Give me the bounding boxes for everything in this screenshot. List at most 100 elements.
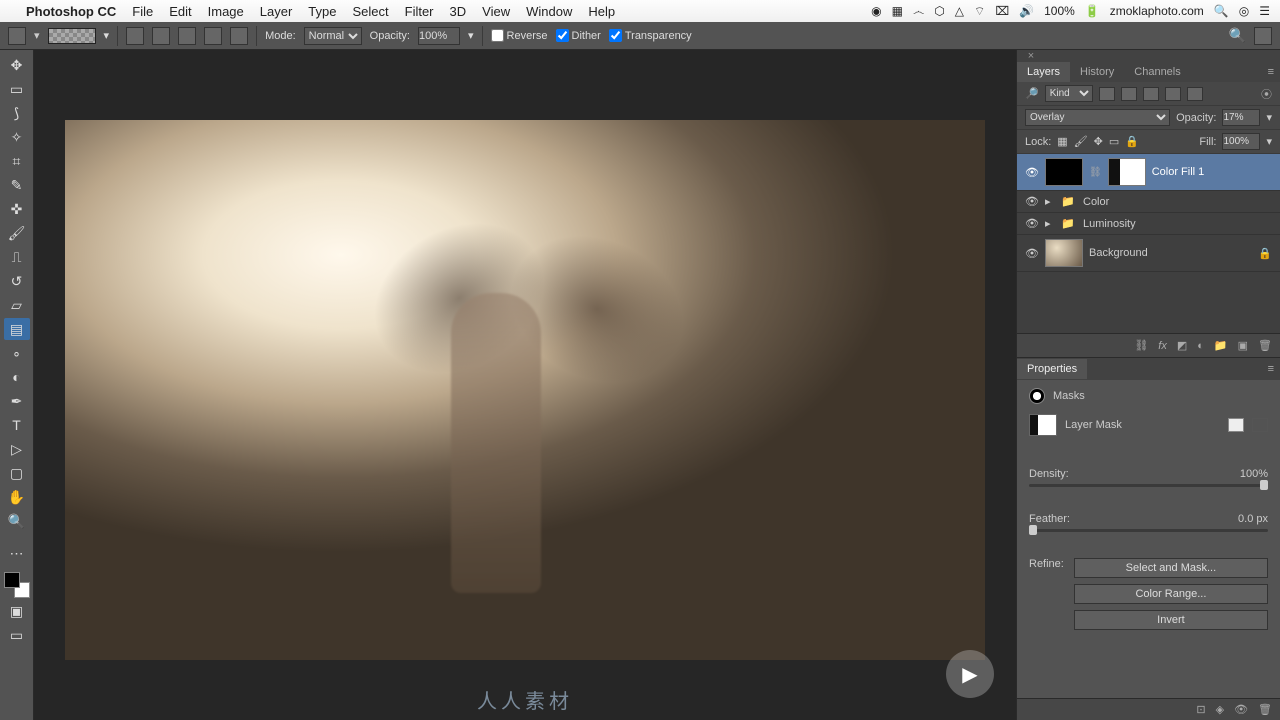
- stamp-tool[interactable]: ⎍: [4, 246, 30, 268]
- path-selection-tool[interactable]: ▷: [4, 438, 30, 460]
- filter-shape-icon[interactable]: [1165, 87, 1181, 101]
- play-button[interactable]: ▶: [946, 650, 994, 698]
- reverse-checkbox[interactable]: Reverse: [491, 29, 548, 42]
- lock-all-icon[interactable]: 🔒: [1125, 135, 1139, 148]
- canvas-area[interactable]: 人人素材 ▶: [34, 50, 1016, 720]
- layer-name[interactable]: Color Fill 1: [1152, 166, 1205, 178]
- lock-icon[interactable]: 🔒: [1258, 247, 1272, 260]
- eyedropper-tool[interactable]: ✎: [4, 174, 30, 196]
- crop-tool[interactable]: ⌗: [4, 150, 30, 172]
- marquee-tool[interactable]: ▭: [4, 78, 30, 100]
- search-icon[interactable]: 🔎: [1025, 87, 1039, 100]
- delete-layer-icon[interactable]: 🗑: [1258, 339, 1272, 352]
- expand-icon[interactable]: ▸: [1045, 195, 1055, 208]
- hand-tool[interactable]: ✋: [4, 486, 30, 508]
- color-range-button[interactable]: Color Range...: [1074, 584, 1268, 604]
- menu-window[interactable]: Window: [526, 4, 572, 19]
- dodge-tool[interactable]: ◐: [4, 366, 30, 388]
- lock-pixels-icon[interactable]: 🖌: [1074, 135, 1088, 148]
- radial-gradient-icon[interactable]: [152, 27, 170, 45]
- tab-properties[interactable]: Properties: [1017, 359, 1087, 379]
- diamond-gradient-icon[interactable]: [230, 27, 248, 45]
- lock-position-icon[interactable]: ✥: [1094, 135, 1103, 148]
- blur-tool[interactable]: ∘: [4, 342, 30, 364]
- angle-gradient-icon[interactable]: [178, 27, 196, 45]
- zoom-tool[interactable]: 🔍: [4, 510, 30, 532]
- mask-thumbnail[interactable]: [1108, 158, 1146, 186]
- foreground-color[interactable]: [4, 572, 20, 588]
- chevron-down-icon[interactable]: ▾: [468, 29, 474, 42]
- lasso-tool[interactable]: ⟆: [4, 102, 30, 124]
- transparency-checkbox[interactable]: Transparency: [609, 29, 692, 42]
- select-and-mask-button[interactable]: Select and Mask...: [1074, 558, 1268, 578]
- bluetooth-icon[interactable]: ⌧: [995, 4, 1009, 18]
- layer-name[interactable]: Background: [1089, 247, 1148, 259]
- move-tool[interactable]: ✥: [4, 54, 30, 76]
- new-layer-icon[interactable]: ▣: [1238, 339, 1248, 352]
- creative-cloud-icon[interactable]: ෴: [913, 4, 924, 19]
- layer-row[interactable]: 👁 ▸ 📁 Color: [1017, 191, 1280, 213]
- layer-name[interactable]: Luminosity: [1083, 218, 1136, 230]
- feather-slider[interactable]: [1029, 529, 1268, 532]
- more-tools[interactable]: ⋯: [4, 542, 30, 564]
- reflected-gradient-icon[interactable]: [204, 27, 222, 45]
- close-panel-icon[interactable]: ×: [1023, 50, 1039, 58]
- visibility-icon[interactable]: 👁: [1025, 195, 1039, 208]
- battery-icon[interactable]: 🔋: [1085, 4, 1100, 18]
- chevron-down-icon[interactable]: ▾: [1266, 135, 1272, 148]
- menu-icon[interactable]: ☰: [1259, 4, 1270, 18]
- magic-wand-tool[interactable]: ✧: [4, 126, 30, 148]
- filter-adjust-icon[interactable]: [1121, 87, 1137, 101]
- filter-smart-icon[interactable]: [1187, 87, 1203, 101]
- opacity-input[interactable]: [418, 27, 460, 45]
- menu-help[interactable]: Help: [588, 4, 615, 19]
- tab-channels[interactable]: Channels: [1124, 62, 1190, 82]
- invert-button[interactable]: Invert: [1074, 610, 1268, 630]
- healing-brush-tool[interactable]: ✜: [4, 198, 30, 220]
- visibility-icon[interactable]: 👁: [1025, 247, 1039, 260]
- filter-pixel-icon[interactable]: [1099, 87, 1115, 101]
- layer-thumbnail[interactable]: [1045, 239, 1083, 267]
- wifi-icon[interactable]: ⌔: [974, 4, 985, 19]
- disable-mask-icon[interactable]: 👁: [1234, 703, 1248, 716]
- gradient-preview[interactable]: [48, 28, 96, 44]
- feather-value[interactable]: 0.0 px: [1238, 513, 1268, 525]
- dropbox-icon[interactable]: ⬡: [934, 4, 944, 18]
- chevron-down-icon[interactable]: ▾: [1266, 111, 1272, 124]
- type-tool[interactable]: T: [4, 414, 30, 436]
- volume-icon[interactable]: 🔊: [1019, 4, 1034, 18]
- chevron-down-icon[interactable]: ▾: [104, 29, 110, 42]
- panel-menu-icon[interactable]: ≡: [1262, 359, 1280, 379]
- brush-tool[interactable]: 🖌: [4, 222, 30, 244]
- panel-menu-icon[interactable]: ≡: [1262, 62, 1280, 82]
- screen-mode-icon[interactable]: ▭: [4, 624, 30, 646]
- app-name[interactable]: Photoshop CC: [26, 4, 116, 19]
- delete-mask-icon[interactable]: 🗑: [1258, 703, 1272, 716]
- layer-row[interactable]: 👁 ⛓ Color Fill 1: [1017, 154, 1280, 191]
- color-swatches[interactable]: [4, 572, 30, 598]
- link-layers-icon[interactable]: ⛓: [1134, 339, 1148, 352]
- layer-mask-thumb[interactable]: [1029, 414, 1057, 436]
- linear-gradient-icon[interactable]: [126, 27, 144, 45]
- menu-view[interactable]: View: [482, 4, 510, 19]
- layer-row[interactable]: 👁 Background 🔒: [1017, 235, 1280, 272]
- dither-checkbox[interactable]: Dither: [556, 29, 601, 42]
- filter-type-icon[interactable]: [1143, 87, 1159, 101]
- pen-tool[interactable]: ✒: [4, 390, 30, 412]
- new-group-icon[interactable]: 📁: [1214, 339, 1228, 352]
- vector-mask-icon[interactable]: [1252, 418, 1268, 432]
- quick-mask-icon[interactable]: ▣: [4, 600, 30, 622]
- siri-icon[interactable]: ◎: [1239, 4, 1249, 18]
- status-icon[interactable]: ◉: [871, 4, 881, 18]
- drive-icon[interactable]: △: [955, 4, 964, 18]
- document-canvas[interactable]: [65, 120, 985, 660]
- layer-fx-icon[interactable]: fx: [1158, 340, 1167, 352]
- layer-thumbnail[interactable]: [1045, 158, 1083, 186]
- layer-opacity-input[interactable]: [1222, 109, 1260, 126]
- spotlight-icon[interactable]: 🔍: [1214, 4, 1229, 18]
- tab-history[interactable]: History: [1070, 62, 1124, 82]
- blend-mode-select[interactable]: Overlay: [1025, 109, 1170, 126]
- filter-toggle-icon[interactable]: ⦿: [1261, 86, 1272, 102]
- link-icon[interactable]: ⛓: [1089, 167, 1102, 178]
- fill-input[interactable]: [1222, 133, 1260, 150]
